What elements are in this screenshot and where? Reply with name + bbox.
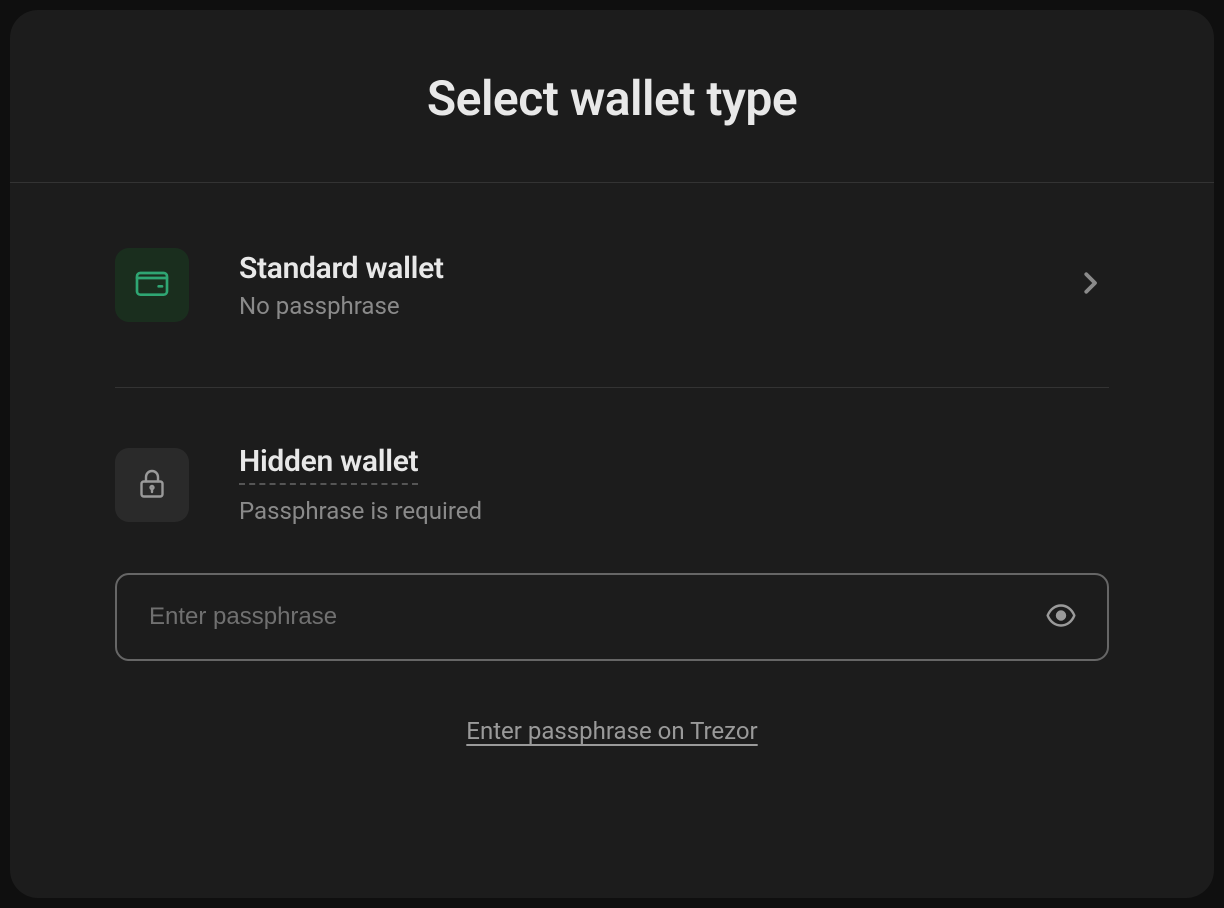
wallet-icon <box>132 263 172 307</box>
hidden-wallet-option[interactable]: Hidden wallet Passphrase is required <box>115 388 1109 565</box>
hidden-wallet-text: Hidden wallet Passphrase is required <box>189 444 1109 525</box>
wallet-icon-box <box>115 248 189 322</box>
lock-icon <box>134 465 170 505</box>
toggle-visibility-button[interactable] <box>1039 594 1083 641</box>
eye-icon <box>1045 600 1077 635</box>
standard-wallet-text: Standard wallet No passphrase <box>189 251 1075 320</box>
enter-on-device-link[interactable]: Enter passphrase on Trezor <box>466 717 757 745</box>
passphrase-input[interactable] <box>115 573 1109 661</box>
passphrase-input-wrapper <box>115 573 1109 661</box>
hidden-wallet-title: Hidden wallet <box>239 444 418 485</box>
wallet-type-dialog: Select wallet type Standard wallet No pa… <box>10 10 1214 898</box>
device-link-row: Enter passphrase on Trezor <box>115 661 1109 801</box>
dialog-content: Standard wallet No passphrase <box>10 183 1214 801</box>
standard-wallet-subtitle: No passphrase <box>239 292 1075 320</box>
dialog-header: Select wallet type <box>10 10 1214 183</box>
standard-wallet-title: Standard wallet <box>239 251 1075 286</box>
hidden-wallet-subtitle: Passphrase is required <box>239 497 1109 525</box>
standard-wallet-option[interactable]: Standard wallet No passphrase <box>115 183 1109 387</box>
dialog-title: Select wallet type <box>50 70 1174 127</box>
lock-icon-box <box>115 448 189 522</box>
chevron-right-icon <box>1075 268 1105 302</box>
